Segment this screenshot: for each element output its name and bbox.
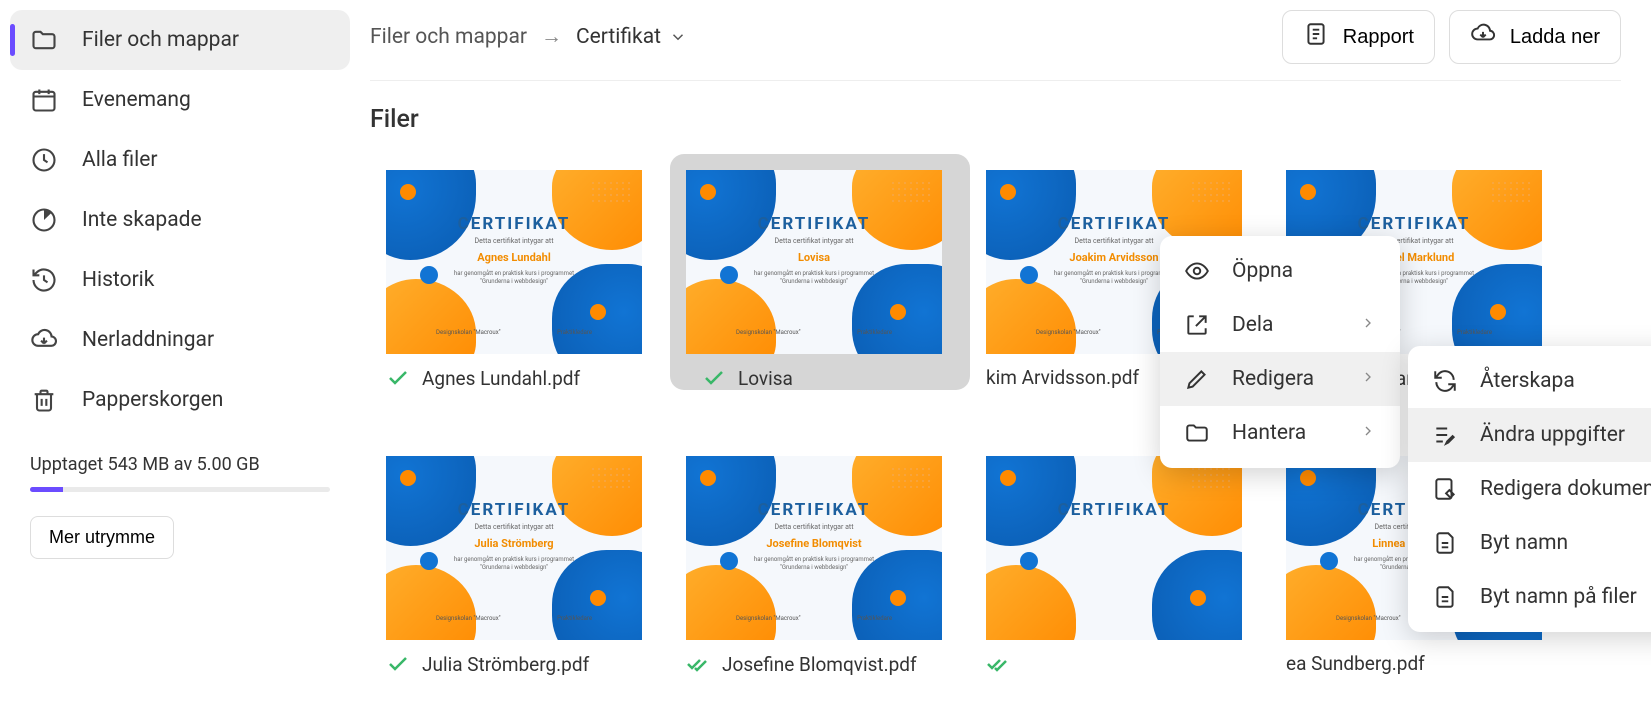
file-tile[interactable]: CERTIFIKAT Detta certifikat intygar att … xyxy=(670,440,970,676)
folder-icon xyxy=(30,26,58,54)
sidebar-item-downloads[interactable]: Nerladdningar xyxy=(10,310,350,370)
file-name: Agnes Lundahl.pdf xyxy=(422,367,580,390)
top-actions: Rapport Ladda ner xyxy=(1282,10,1621,64)
menu-item-edit-document[interactable]: Redigera dokument xyxy=(1408,462,1651,516)
refresh-icon xyxy=(1432,368,1458,394)
sidebar-item-label: Inte skapade xyxy=(82,208,202,232)
calendar-icon xyxy=(30,86,58,114)
breadcrumb: Filer och mappar → Certifikat xyxy=(370,25,687,49)
sidebar-item-trash[interactable]: Papperskorgen xyxy=(10,370,350,430)
chevron-right-icon xyxy=(1360,367,1376,391)
chevron-right-icon xyxy=(1360,313,1376,337)
menu-item-edit[interactable]: Redigera xyxy=(1160,352,1400,406)
sidebar-item-label: Historik xyxy=(82,268,154,292)
file-tile[interactable]: CERTIFIKAT xyxy=(970,440,1270,676)
eye-icon xyxy=(1184,258,1210,284)
storage-fill xyxy=(30,487,63,492)
edit-submenu: Återskapa Ändra uppgifter Redigera dokum… xyxy=(1408,346,1651,632)
storage-bar xyxy=(30,487,330,492)
report-icon xyxy=(1303,21,1329,53)
section-title: Filer xyxy=(370,105,1621,134)
download-button[interactable]: Ladda ner xyxy=(1449,10,1621,64)
chevron-right-icon xyxy=(1360,421,1376,445)
file-icon xyxy=(1432,530,1458,556)
breadcrumb-root[interactable]: Filer och mappar xyxy=(370,25,527,49)
arrow-right-icon: → xyxy=(541,25,562,49)
share-icon xyxy=(1184,312,1210,338)
history-icon xyxy=(30,266,58,294)
file-name: Julia Strömberg.pdf xyxy=(422,653,589,676)
menu-item-manage[interactable]: Hantera xyxy=(1160,406,1400,460)
file-tile[interactable]: CERTIFIKAT Detta certifikat intygar att … xyxy=(370,440,670,676)
menu-item-open[interactable]: Öppna xyxy=(1160,244,1400,298)
file-name: Lovisa xyxy=(738,367,793,390)
sidebar-item-history[interactable]: Historik xyxy=(10,250,350,310)
breadcrumb-current[interactable]: Certifikat xyxy=(576,25,687,49)
menu-item-change-data[interactable]: Ändra uppgifter xyxy=(1408,408,1651,462)
report-button[interactable]: Rapport xyxy=(1282,10,1435,64)
sidebar: Filer och mappar Evenemang Alla filer In… xyxy=(0,0,360,711)
check-icon xyxy=(386,366,410,390)
more-storage-button[interactable]: Mer utrymme xyxy=(30,516,174,559)
sidebar-item-label: Alla filer xyxy=(82,148,158,172)
sidebar-item-files-folders[interactable]: Filer och mappar xyxy=(10,10,350,70)
main-content: Filer och mappar → Certifikat Rapport La… xyxy=(360,0,1651,711)
file-thumbnail: CERTIFIKAT Detta certifikat intygar att … xyxy=(686,456,942,640)
sidebar-item-all-files[interactable]: Alla filer xyxy=(10,130,350,190)
sidebar-item-not-created[interactable]: Inte skapade xyxy=(10,190,350,250)
chevron-down-icon xyxy=(669,28,687,46)
cloud-download-icon xyxy=(1470,21,1496,53)
file-tile[interactable]: CERTIFIKAT Detta certifikat intygar att … xyxy=(670,154,970,390)
double-check-icon xyxy=(686,652,710,676)
clock-icon xyxy=(30,146,58,174)
sidebar-item-events[interactable]: Evenemang xyxy=(10,70,350,130)
storage-text: Upptaget 543 MB av 5.00 GB xyxy=(30,454,330,475)
sidebar-item-label: Nerladdningar xyxy=(82,328,214,352)
pie-icon xyxy=(30,206,58,234)
menu-item-share[interactable]: Dela xyxy=(1160,298,1400,352)
trash-icon xyxy=(30,386,58,414)
download-icon xyxy=(30,326,58,354)
edit-list-icon xyxy=(1432,422,1458,448)
menu-item-recreate[interactable]: Återskapa xyxy=(1408,354,1651,408)
file-name: kim Arvidsson.pdf xyxy=(986,366,1139,389)
double-check-icon xyxy=(986,652,1010,676)
check-icon xyxy=(702,366,726,390)
file-name: Josefine Blomqvist.pdf xyxy=(722,653,917,676)
sidebar-item-label: Filer och mappar xyxy=(82,28,239,52)
check-icon xyxy=(386,652,410,676)
file-icon xyxy=(1432,584,1458,610)
topbar: Filer och mappar → Certifikat Rapport La… xyxy=(370,10,1621,81)
file-name: ea Sundberg.pdf xyxy=(1286,652,1425,675)
storage-info: Upptaget 543 MB av 5.00 GB Mer utrymme xyxy=(10,430,350,559)
folder-icon xyxy=(1184,420,1210,446)
menu-item-rename[interactable]: Byt namn xyxy=(1408,516,1651,570)
file-thumbnail: CERTIFIKAT Detta certifikat intygar att … xyxy=(686,170,942,354)
sidebar-item-label: Papperskorgen xyxy=(82,388,223,412)
pencil-icon xyxy=(1184,366,1210,392)
file-thumbnail: CERTIFIKAT xyxy=(986,456,1242,640)
context-menu: Öppna Dela Redigera Hantera xyxy=(1160,236,1400,468)
file-tile[interactable]: CERTIFIKAT Detta certifikat intygar att … xyxy=(370,154,670,390)
edit-doc-icon xyxy=(1432,476,1458,502)
sidebar-item-label: Evenemang xyxy=(82,88,191,112)
menu-item-rename-files[interactable]: Byt namn på filer xyxy=(1408,570,1651,624)
file-thumbnail: CERTIFIKAT Detta certifikat intygar att … xyxy=(386,170,642,354)
file-thumbnail: CERTIFIKAT Detta certifikat intygar att … xyxy=(386,456,642,640)
